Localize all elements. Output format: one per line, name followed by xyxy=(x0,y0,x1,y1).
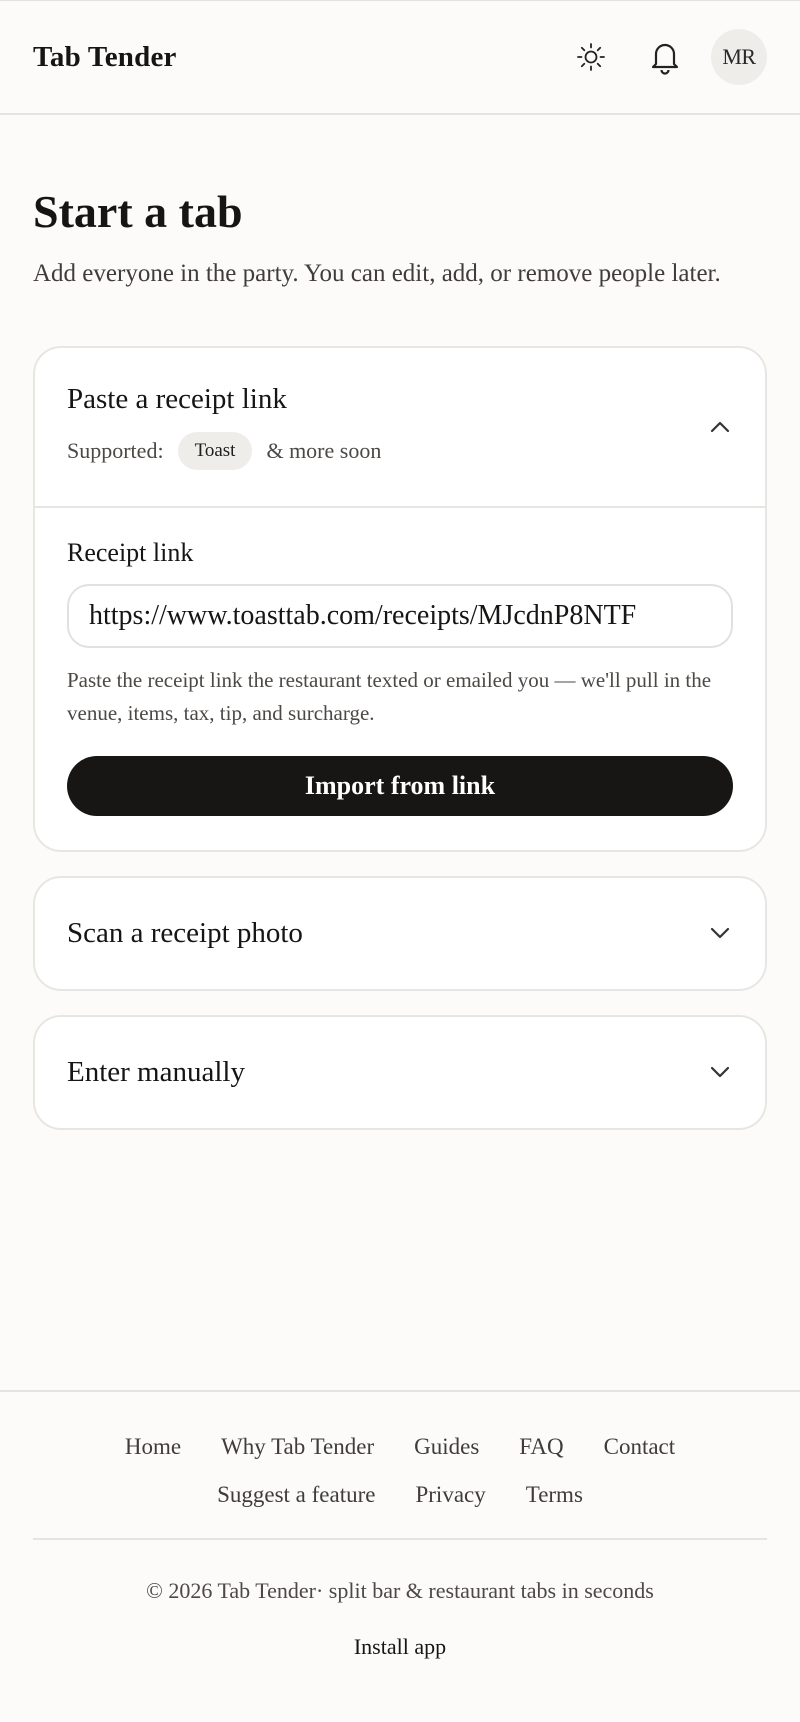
footer-link-suggest-feature[interactable]: Suggest a feature xyxy=(217,1480,375,1510)
provider-badge-toast: Toast xyxy=(177,432,253,471)
theme-toggle-button[interactable] xyxy=(569,35,613,79)
footer-links: Home Why Tab Tender Guides FAQ Contact S… xyxy=(0,1392,800,1510)
import-from-link-button[interactable]: Import from link xyxy=(67,755,733,816)
sun-icon xyxy=(577,43,605,71)
install-app-link[interactable]: Install app xyxy=(0,1634,800,1660)
copyright-text: © 2026 Tab Tender· split bar & restauran… xyxy=(146,1578,654,1603)
supported-label: Supported: xyxy=(67,438,164,464)
footer-link-why-tab-tender[interactable]: Why Tab Tender xyxy=(221,1432,374,1462)
footer-links-row-2: Suggest a feature Privacy Terms xyxy=(0,1480,800,1510)
footer-link-faq[interactable]: FAQ xyxy=(519,1432,563,1462)
receipt-link-card-header[interactable]: Paste a receipt link Supported: Toast & … xyxy=(35,348,765,508)
manual-entry-card-title: Enter manually xyxy=(67,1055,245,1088)
supported-providers: Supported: Toast & more soon xyxy=(67,432,382,471)
footer-links-row-1: Home Why Tab Tender Guides FAQ Contact xyxy=(0,1432,800,1462)
receipt-link-card-body: Receipt link Paste the receipt link the … xyxy=(35,508,765,850)
footer-link-guides[interactable]: Guides xyxy=(414,1432,479,1462)
footer-divider xyxy=(33,1538,767,1540)
chevron-up-icon[interactable] xyxy=(707,414,733,440)
receipt-link-card: Paste a receipt link Supported: Toast & … xyxy=(33,345,767,852)
user-avatar[interactable]: MR xyxy=(711,29,767,85)
scan-receipt-card-title: Scan a receipt photo xyxy=(67,916,303,949)
brand-logo[interactable]: Tab Tender xyxy=(33,41,177,74)
scan-receipt-card-header[interactable]: Scan a receipt photo xyxy=(35,878,765,989)
header-actions: MR xyxy=(569,29,767,85)
footer-link-home[interactable]: Home xyxy=(125,1432,181,1462)
site-footer: Home Why Tab Tender Guides FAQ Contact S… xyxy=(0,1390,800,1660)
chevron-down-icon[interactable] xyxy=(707,920,733,946)
footer-link-contact[interactable]: Contact xyxy=(604,1432,676,1462)
receipt-link-card-title: Paste a receipt link xyxy=(67,383,287,416)
receipt-link-input[interactable] xyxy=(67,583,733,648)
page: Tab Tender MR Start a tab Add everyone i… xyxy=(0,0,800,1722)
receipt-link-help: Paste the receipt link the restaurant te… xyxy=(67,667,712,725)
main-content: Start a tab Add everyone in the party. Y… xyxy=(0,115,800,1130)
page-subtitle: Add everyone in the party. You can edit,… xyxy=(33,259,721,287)
manual-entry-card-header[interactable]: Enter manually xyxy=(35,1017,765,1128)
manual-entry-card: Enter manually xyxy=(33,1014,767,1130)
more-soon-label: & more soon xyxy=(266,438,382,464)
bell-icon xyxy=(651,43,679,75)
receipt-link-label: Receipt link xyxy=(67,537,194,567)
receipt-link-card-heading: Paste a receipt link Supported: Toast & … xyxy=(67,383,382,471)
page-title: Start a tab xyxy=(33,186,243,237)
notifications-button[interactable] xyxy=(643,35,687,79)
scan-receipt-card: Scan a receipt photo xyxy=(33,875,767,991)
footer-link-terms[interactable]: Terms xyxy=(526,1480,583,1510)
top-bar: Tab Tender MR xyxy=(0,0,800,115)
footer-link-privacy[interactable]: Privacy xyxy=(415,1480,485,1510)
chevron-down-icon[interactable] xyxy=(707,1059,733,1085)
